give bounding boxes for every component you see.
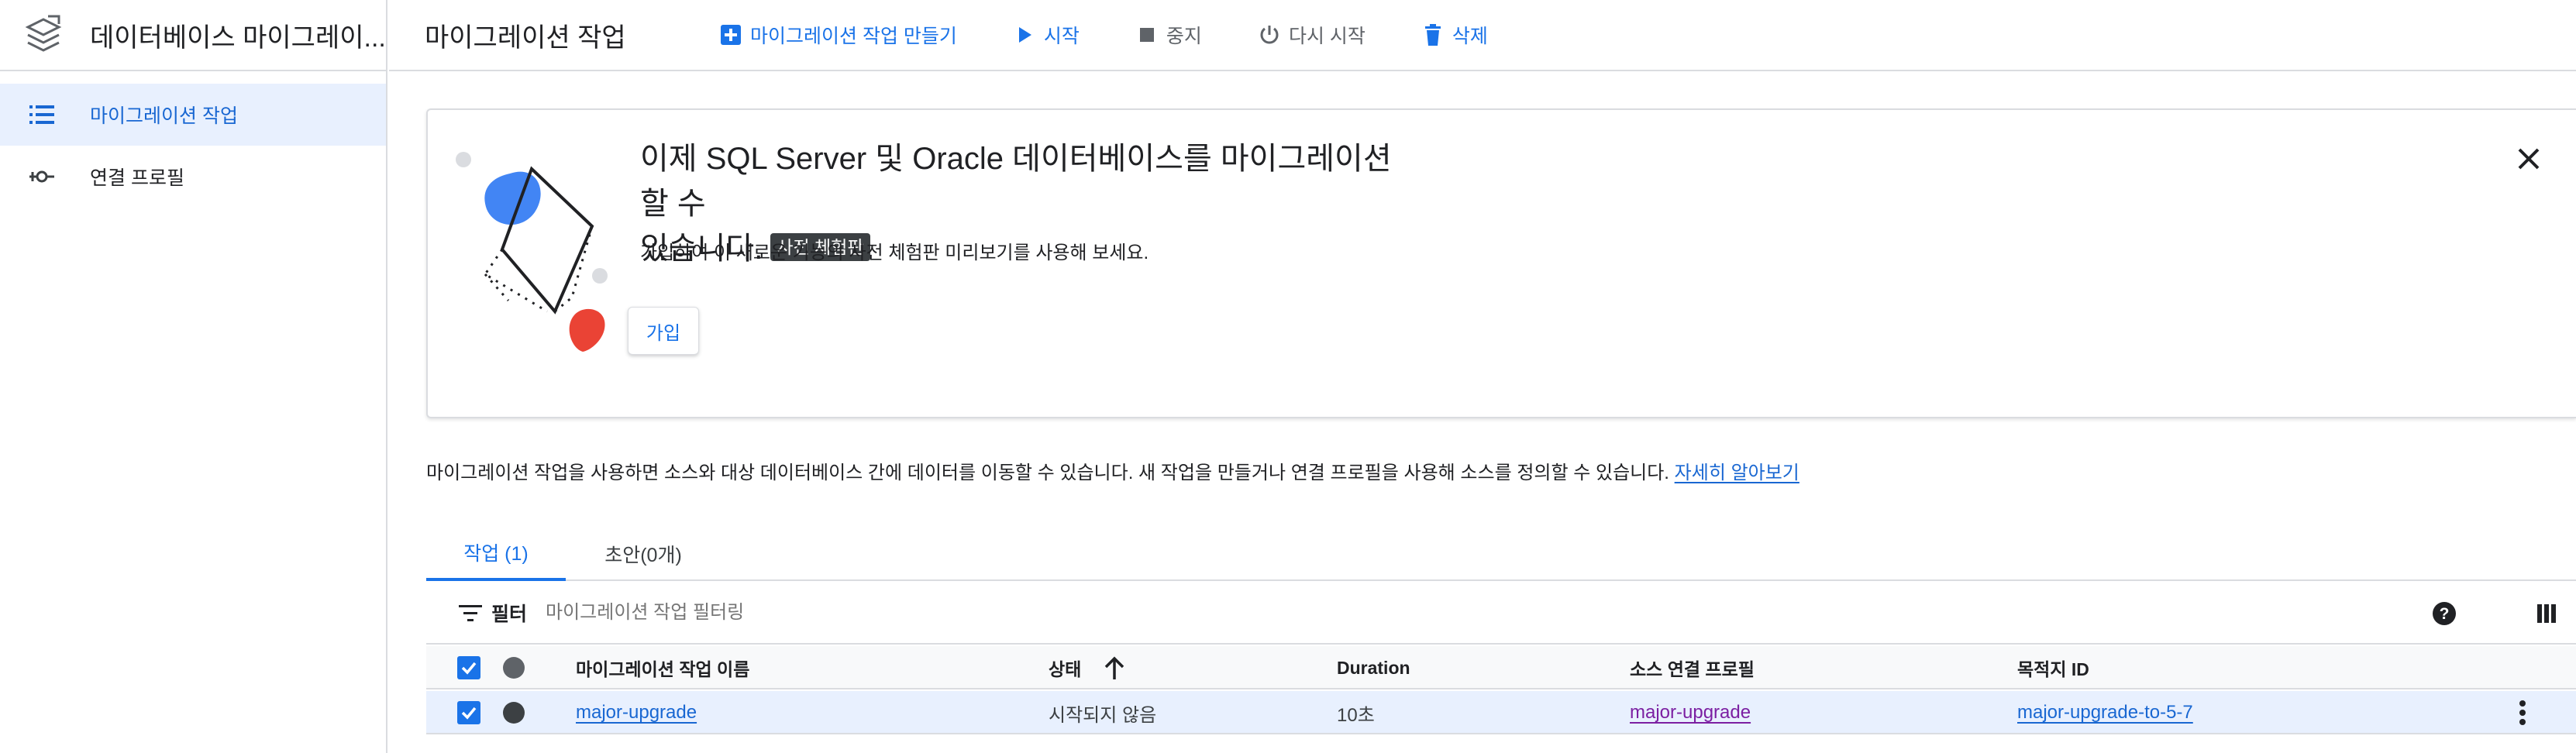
list-icon bbox=[28, 101, 56, 129]
delete-button[interactable]: 삭제 bbox=[1421, 21, 1488, 49]
app-title: 데이터베이스 마이그레이... bbox=[90, 22, 384, 53]
power-icon bbox=[1258, 23, 1281, 46]
tab-bar: 작업 (1) 초안(0개) bbox=[426, 527, 2576, 581]
tab-drafts[interactable]: 초안(0개) bbox=[566, 527, 721, 581]
filter-bar: 필터 ? bbox=[426, 583, 2576, 645]
sidebar-header: 데이터베이스 마이그레이... bbox=[0, 0, 386, 71]
column-header-destination[interactable]: 목적지 ID bbox=[2017, 646, 2089, 689]
sidebar-item-label: 연결 프로필 bbox=[90, 167, 184, 189]
destination-id-link[interactable]: major-upgrade-to-5-7 bbox=[2017, 702, 2193, 724]
restart-label: 다시 시작 bbox=[1288, 26, 1365, 47]
restart-button[interactable]: 다시 시작 bbox=[1258, 21, 1365, 49]
job-status: 시작되지 않음 bbox=[1049, 704, 1157, 726]
info-description: 마이그레이션 작업을 사용하면 소스와 대상 데이터베이스 간에 데이터를 이동… bbox=[426, 462, 1669, 483]
info-text: 마이그레이션 작업을 사용하면 소스와 대상 데이터베이스 간에 데이터를 이동… bbox=[426, 457, 1799, 484]
column-header-duration[interactable]: Duration bbox=[1337, 646, 1410, 689]
top-toolbar: 마이그레이션 작업 마이그레이션 작업 만들기 시작 중지 다시 시작 삭제 bbox=[389, 0, 2576, 71]
filter-icon bbox=[457, 600, 484, 626]
banner-illustration bbox=[440, 126, 642, 451]
table-row[interactable]: major-upgrade 시작되지 않음 10초 major-upgrade … bbox=[426, 691, 2576, 734]
status-dot-icon bbox=[503, 702, 525, 724]
close-icon[interactable] bbox=[2509, 139, 2548, 178]
filter-input[interactable] bbox=[546, 602, 1244, 624]
connection-icon bbox=[28, 163, 56, 191]
left-sidebar: 데이터베이스 마이그레이... 마이그레이션 작업 연결 프로필 bbox=[0, 0, 387, 753]
sidebar-item-migration-jobs[interactable]: 마이그레이션 작업 bbox=[0, 84, 386, 146]
headline-line1: 이제 SQL Server 및 Oracle 데이터베이스를 마이그레이션할 수 bbox=[640, 142, 1392, 221]
job-name-link[interactable]: major-upgrade bbox=[576, 702, 697, 724]
play-icon bbox=[1013, 23, 1036, 46]
add-box-icon bbox=[719, 23, 742, 46]
preview-banner: 이제 SQL Server 및 Oracle 데이터베이스를 마이그레이션할 수… bbox=[426, 108, 2576, 418]
join-button[interactable]: 가입 bbox=[628, 307, 699, 355]
row-checkbox[interactable] bbox=[457, 701, 480, 724]
job-duration: 10초 bbox=[1337, 704, 1375, 726]
more-vert-icon[interactable] bbox=[2519, 691, 2526, 734]
sort-ascending-icon bbox=[1104, 656, 1124, 679]
tab-jobs[interactable]: 작업 (1) bbox=[426, 527, 566, 581]
sidebar-item-label: 마이그레이션 작업 bbox=[90, 105, 238, 127]
help-icon[interactable]: ? bbox=[2429, 598, 2460, 629]
status-header-label: 상태 bbox=[1049, 659, 1082, 679]
delete-label: 삭제 bbox=[1452, 26, 1488, 47]
create-migration-job-button[interactable]: 마이그레이션 작업 만들기 bbox=[719, 21, 957, 49]
column-header-source[interactable]: 소스 연결 프로필 bbox=[1630, 646, 1755, 689]
source-profile-link[interactable]: major-upgrade bbox=[1630, 702, 1751, 724]
create-label: 마이그레이션 작업 만들기 bbox=[750, 26, 957, 47]
column-header-status[interactable]: 상태 bbox=[1049, 646, 1124, 689]
stop-icon bbox=[1135, 23, 1159, 46]
select-all-checkbox[interactable] bbox=[457, 656, 480, 679]
learn-more-link[interactable]: 자세히 알아보기 bbox=[1675, 462, 1799, 483]
filter-label: 필터 bbox=[491, 603, 528, 625]
database-migration-logo-icon bbox=[22, 13, 65, 57]
banner-description: 가입하여 이 새로운 기능의 사전 체험판 미리보기를 사용해 보세요. bbox=[640, 242, 1149, 263]
start-label: 시작 bbox=[1043, 26, 1080, 47]
status-header-icon bbox=[503, 657, 525, 679]
stop-label: 중지 bbox=[1166, 26, 1202, 47]
start-button[interactable]: 시작 bbox=[1013, 21, 1080, 49]
column-display-options-icon[interactable] bbox=[2531, 598, 2562, 629]
trash-icon bbox=[1421, 23, 1445, 46]
column-header-name[interactable]: 마이그레이션 작업 이름 bbox=[576, 646, 749, 689]
svg-text:?: ? bbox=[2440, 605, 2450, 623]
sidebar-item-connection-profiles[interactable]: 연결 프로필 bbox=[0, 146, 386, 208]
filter-button[interactable]: 필터 bbox=[457, 599, 527, 627]
table-header: 마이그레이션 작업 이름 상태 Duration 소스 연결 프로필 목적지 I… bbox=[426, 646, 2576, 689]
stop-button[interactable]: 중지 bbox=[1135, 21, 1202, 49]
page-title: 마이그레이션 작업 bbox=[425, 22, 626, 53]
